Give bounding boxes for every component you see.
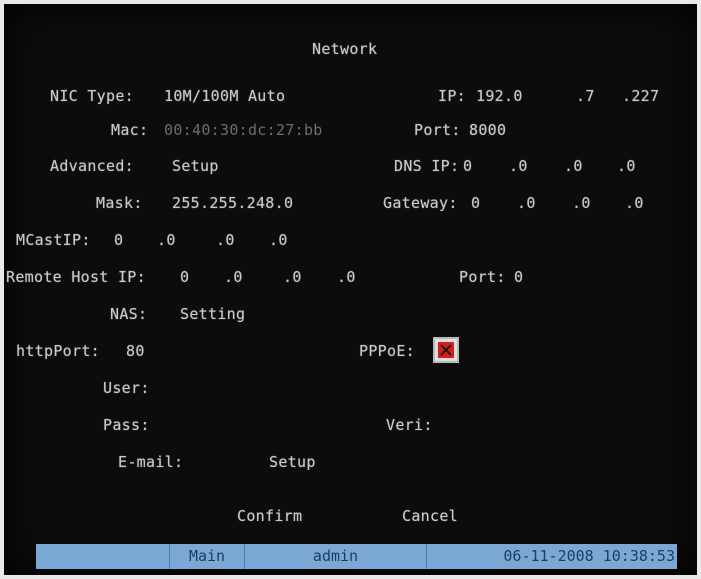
pppoe-label: PPPoE: (359, 342, 415, 360)
user-label: User: (103, 379, 150, 397)
email-label: E-mail: (118, 453, 184, 471)
ip-label: IP: (438, 87, 466, 105)
mac-value: 00:40:30:dc:27:bb (164, 121, 323, 139)
mcast-octet-1[interactable]: 0 (114, 231, 123, 249)
remote-port-input[interactable]: 0 (514, 268, 523, 286)
dns-octet-1[interactable]: 0 (463, 157, 472, 175)
mac-label: Mac: (111, 121, 149, 139)
mask-label: Mask: (96, 194, 143, 212)
remote-host-octet-4[interactable]: .0 (337, 268, 356, 286)
veri-label: Veri: (386, 416, 433, 434)
remote-host-octet-3[interactable]: .0 (283, 268, 302, 286)
advanced-label: Advanced: (50, 157, 134, 175)
email-setup-button[interactable]: Setup (269, 453, 316, 471)
ip-octet-2[interactable]: .7 (576, 87, 595, 105)
mcast-ip-label: MCastIP: (16, 231, 91, 249)
nas-label: NAS: (110, 305, 148, 323)
nic-type-select[interactable]: 10M/100M Auto (164, 87, 285, 105)
http-port-label: httpPort: (16, 342, 100, 360)
remote-host-ip-label: Remote Host IP: (6, 268, 146, 286)
cancel-button[interactable]: Cancel (402, 507, 458, 525)
remote-host-octet-1[interactable]: 0 (180, 268, 189, 286)
pass-label: Pass: (103, 416, 150, 434)
confirm-button[interactable]: Confirm (237, 507, 302, 525)
cross-icon (438, 342, 454, 358)
advanced-setup-button[interactable]: Setup (172, 157, 219, 175)
gateway-octet-2[interactable]: .0 (517, 194, 536, 212)
gateway-label: Gateway: (383, 194, 458, 212)
status-bar-blank (36, 544, 169, 569)
mcast-octet-4[interactable]: .0 (269, 231, 288, 249)
remote-host-octet-2[interactable]: .0 (224, 268, 243, 286)
dns-octet-2[interactable]: .0 (509, 157, 528, 175)
status-bar-user: admin (244, 544, 426, 569)
port-input[interactable]: 8000 (469, 121, 506, 139)
status-bar: Main admin 06-11-2008 10:38:53 (36, 544, 677, 569)
gateway-octet-3[interactable]: .0 (572, 194, 591, 212)
http-port-input[interactable]: 80 (126, 342, 145, 360)
nas-setting-button[interactable]: Setting (180, 305, 245, 323)
gateway-octet-4[interactable]: .0 (625, 194, 644, 212)
page-title: Network (312, 40, 378, 58)
dns-octet-4[interactable]: .0 (617, 157, 636, 175)
status-bar-main-menu[interactable]: Main (169, 544, 244, 569)
mcast-octet-2[interactable]: .0 (157, 231, 176, 249)
pppoe-checkbox[interactable] (433, 337, 459, 363)
status-bar-datetime: 06-11-2008 10:38:53 (426, 544, 677, 569)
ip-octet-3[interactable]: .227 (622, 87, 659, 105)
gateway-octet-1[interactable]: 0 (471, 194, 480, 212)
nic-type-label: NIC Type: (50, 87, 134, 105)
port-label: Port: (414, 121, 461, 139)
ip-octet-1[interactable]: 192.0 (476, 87, 523, 105)
mask-input[interactable]: 255.255.248.0 (172, 194, 293, 212)
remote-port-label: Port: (459, 268, 506, 286)
osd-screen: Network NIC Type: 10M/100M Auto IP: 192.… (4, 4, 697, 575)
dns-octet-3[interactable]: .0 (564, 157, 583, 175)
mcast-octet-3[interactable]: .0 (216, 231, 235, 249)
dns-ip-label: DNS IP: (394, 157, 460, 175)
